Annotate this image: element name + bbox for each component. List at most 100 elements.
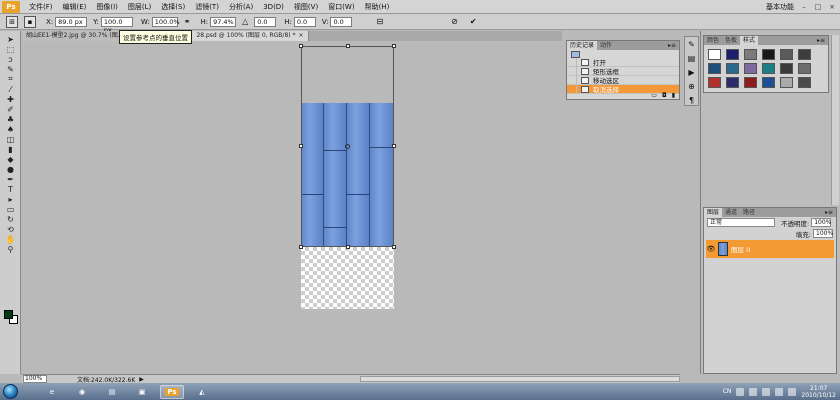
style-swatch[interactable] <box>744 49 757 60</box>
transform-handle[interactable] <box>392 144 396 148</box>
transform-handle[interactable] <box>346 44 350 48</box>
tab-swatches[interactable]: 色板 <box>722 36 740 45</box>
dodge-tool-icon[interactable]: ● <box>0 164 21 174</box>
style-swatch[interactable] <box>708 63 721 74</box>
reference-point-icon[interactable]: ▪ <box>24 15 36 28</box>
path-select-tool-icon[interactable]: ▸ <box>0 194 21 204</box>
x-position-field[interactable]: 89.0 px <box>55 16 88 27</box>
transform-handle[interactable] <box>299 144 303 148</box>
link-icon[interactable]: ⚭ <box>184 17 191 26</box>
new-document-icon[interactable]: ▭ <box>651 92 657 99</box>
style-swatch[interactable] <box>726 77 739 88</box>
style-swatch[interactable] <box>762 77 775 88</box>
menu-file[interactable]: 文件(F) <box>24 2 58 12</box>
paragraph-icon[interactable]: ¶ <box>685 93 698 107</box>
gradient-tool-icon[interactable]: ▮ <box>0 144 21 154</box>
photoshop-taskbar-button[interactable]: Ps <box>160 384 184 399</box>
transform-bounding-box[interactable] <box>299 44 396 249</box>
eraser-tool-icon[interactable]: ◫ <box>0 134 21 144</box>
tab-channels[interactable]: 通道 <box>722 208 740 217</box>
brush-presets-icon[interactable]: ✎ <box>685 37 698 51</box>
horizontal-scrollbar[interactable] <box>360 376 680 382</box>
history-entry[interactable]: 移动选区 <box>567 75 679 85</box>
cancel-transform-icon[interactable]: ⊘ <box>451 17 458 26</box>
clone-source-icon[interactable]: ⊕ <box>685 79 698 93</box>
style-swatch[interactable] <box>708 49 721 60</box>
eye-icon[interactable]: 👁 <box>706 245 716 253</box>
style-swatch[interactable] <box>744 77 757 88</box>
style-swatch[interactable] <box>798 77 811 88</box>
clock[interactable]: 21:07 2010/10/12 <box>801 385 836 399</box>
h-skew-field[interactable]: 0.0 <box>293 16 316 27</box>
panel-menu-icon[interactable]: ▸≡ <box>668 42 679 49</box>
tab-paths[interactable]: 路径 <box>740 208 758 217</box>
menu-edit[interactable]: 编辑(E) <box>58 2 92 12</box>
actions-panel-icon[interactable]: ▶ <box>685 65 698 79</box>
help-icon[interactable] <box>736 387 745 396</box>
panel-menu-icon[interactable]: ▸≡ <box>817 37 828 44</box>
menu-help[interactable]: 帮助(H) <box>360 2 395 12</box>
zoom-tool-icon[interactable]: ⚲ <box>0 244 21 254</box>
3d-orbit-tool-icon[interactable]: ⟲ <box>0 224 21 234</box>
history-snapshot[interactable] <box>567 50 679 58</box>
minimize-button[interactable]: – <box>798 2 810 12</box>
transform-handle[interactable] <box>392 44 396 48</box>
transform-handle[interactable] <box>392 245 396 249</box>
fill-field[interactable]: 100% <box>813 229 833 238</box>
menu-select[interactable]: 选择(S) <box>156 2 190 12</box>
tab-styles[interactable]: 样式 <box>740 36 759 45</box>
quick-select-tool-icon[interactable]: ✎ <box>0 64 21 74</box>
move-tool-icon[interactable]: ➤ <box>0 34 21 44</box>
eyedropper-tool-icon[interactable]: ⁄ <box>0 84 21 94</box>
network-icon[interactable] <box>775 387 784 396</box>
history-entry[interactable]: 打开 <box>567 57 679 67</box>
ie-taskbar-icon[interactable]: e <box>40 385 64 399</box>
panel-menu-icon[interactable]: ▸≡ <box>825 209 836 216</box>
style-swatch[interactable] <box>780 77 793 88</box>
menu-image[interactable]: 图像(I) <box>91 2 123 12</box>
foreground-color-swatch[interactable] <box>4 310 13 319</box>
menu-window[interactable]: 窗口(W) <box>323 2 359 12</box>
menu-analysis[interactable]: 分析(A) <box>224 2 258 12</box>
brush-tool-icon[interactable]: ✐ <box>0 104 21 114</box>
tool-preset-icon[interactable]: ⊞ <box>6 15 18 28</box>
menu-3d[interactable]: 3D(D) <box>258 3 289 11</box>
style-swatch[interactable] <box>762 49 775 60</box>
style-swatch[interactable] <box>744 63 757 74</box>
clone-tool-icon[interactable]: ♣ <box>0 114 21 124</box>
style-swatch[interactable] <box>708 77 721 88</box>
media-player-taskbar-icon[interactable]: ◉ <box>70 385 94 399</box>
history-entry[interactable]: 矩形选框 <box>567 66 679 76</box>
zoom-field[interactable]: 100% <box>23 375 47 383</box>
style-swatch[interactable] <box>762 63 775 74</box>
transform-handle[interactable] <box>346 245 350 249</box>
style-swatch[interactable] <box>780 63 793 74</box>
menu-filter[interactable]: 滤镜(T) <box>190 2 224 12</box>
layer-name[interactable]: 图层 0 <box>731 244 750 254</box>
dock-scrollbar[interactable] <box>831 35 839 205</box>
start-button[interactable] <box>3 384 18 399</box>
rotation-field[interactable]: 0.0 <box>254 16 277 27</box>
status-menu-arrow-icon[interactable]: ▶ <box>139 376 144 383</box>
opacity-field[interactable]: 100% <box>811 218 831 227</box>
style-swatch[interactable] <box>798 63 811 74</box>
trash-icon[interactable]: ▮ <box>672 92 675 99</box>
warp-icon[interactable]: ⊟ <box>376 17 383 26</box>
history-panel-icon[interactable]: ▤ <box>685 51 698 65</box>
y-position-field[interactable]: 100.0 px <box>100 16 133 34</box>
3d-rotate-tool-icon[interactable]: ↻ <box>0 214 21 224</box>
tab-history[interactable]: 历史记录 <box>567 41 598 50</box>
transform-handle[interactable] <box>299 44 303 48</box>
explorer-taskbar-icon[interactable]: ▤ <box>100 385 124 399</box>
style-swatch[interactable] <box>798 49 811 60</box>
new-snapshot-icon[interactable]: ◘ <box>662 92 667 99</box>
close-icon[interactable]: × <box>299 31 304 41</box>
marquee-tool-icon[interactable]: ⬚ <box>0 44 21 54</box>
close-button[interactable]: × <box>826 2 838 12</box>
volume-icon[interactable] <box>788 387 797 396</box>
tray-icon[interactable] <box>749 387 758 396</box>
lasso-tool-icon[interactable]: ↄ <box>0 54 21 64</box>
tab-actions[interactable]: 动作 <box>597 41 615 50</box>
commit-transform-icon[interactable]: ✔ <box>470 17 477 26</box>
height-scale-field[interactable]: 97.4% <box>210 16 237 27</box>
